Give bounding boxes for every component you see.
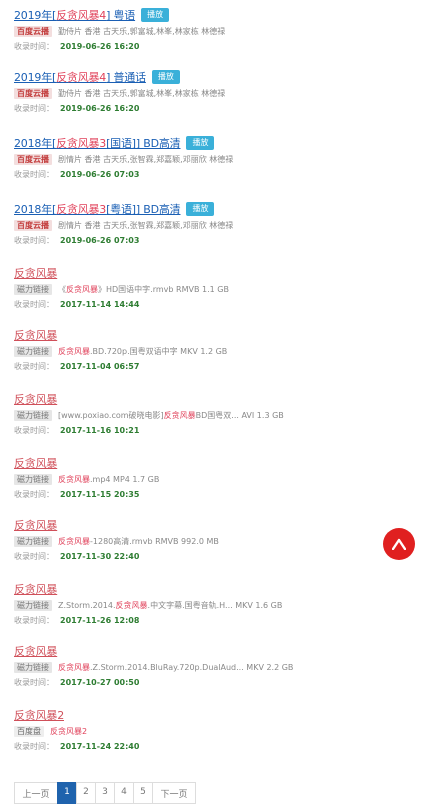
page-5-button[interactable]: 5 <box>133 782 153 804</box>
result-description: 《反贪风暴》HD国语中字.rmvb RMVB 1.1 GB <box>58 285 229 294</box>
result-title-link[interactable]: 2019年[反贪风暴4] 粤语 <box>14 7 135 23</box>
collected-date: 2017-11-15 20:35 <box>60 490 140 499</box>
result-title-link[interactable]: 反贪风暴 <box>14 455 57 471</box>
list-item: 反贪风暴 磁力链接 Z.Storm.2014.反贪风暴.中文字幕.国粤音轨.H..… <box>14 580 414 628</box>
collected-date: 2017-11-26 12:08 <box>60 616 140 625</box>
collected-date: 2017-11-04 06:57 <box>60 362 140 371</box>
result-description: 反贪风暴-1280高清.rmvb RMVB 992.0 MB <box>58 537 219 546</box>
list-item: 2018年[反贪风暴3[粤语]] BD高清 播放 百度云播 剧情片 香港 古天乐,… <box>14 200 414 248</box>
time-label: 收录时间： <box>14 490 54 499</box>
result-description: Z.Storm.2014.反贪风暴.中文字幕.国粤音轨.H... MKV 1.6… <box>58 601 283 610</box>
collected-date: 2019-06-26 07:03 <box>60 236 140 245</box>
source-badge: 百度云播 <box>14 220 52 231</box>
page-3-button[interactable]: 3 <box>95 782 115 804</box>
play-button[interactable]: 播放 <box>186 202 215 216</box>
result-description: 勤侍片 香港 古天乐,郭富城,林峯,林家栋 林德禄 <box>58 89 226 98</box>
page-2-button[interactable]: 2 <box>76 782 96 804</box>
magnet-badge: 磁力链接 <box>14 284 52 295</box>
result-title-link[interactable]: 反贪风暴 <box>14 265 57 281</box>
play-button[interactable]: 播放 <box>186 136 215 150</box>
list-item: 2019年[反贪风暴4] 粤语 播放 百度云播 勤侍片 香港 古天乐,郭富城,林峯… <box>14 6 414 54</box>
collected-date: 2017-10-27 00:50 <box>60 678 140 687</box>
magnet-badge: 磁力链接 <box>14 600 52 611</box>
collected-date: 2017-11-24 22:40 <box>60 742 140 751</box>
time-label: 收录时间： <box>14 104 54 113</box>
pagination: 上一页 1 2 3 4 5 下一页 <box>14 782 196 804</box>
time-label: 收录时间： <box>14 426 54 435</box>
result-title-link[interactable]: 反贪风暴 <box>14 517 57 533</box>
collected-date: 2017-11-16 10:21 <box>60 426 140 435</box>
result-description: 剧情片 香港 古天乐,张智霖,郑嘉颖,邓丽欣 林德禄 <box>58 155 234 164</box>
list-item: 2019年[反贪风暴4] 普通话 播放 百度云播 勤侍片 香港 古天乐,郭富城,林… <box>14 68 414 116</box>
page-4-button[interactable]: 4 <box>114 782 134 804</box>
baidu-pan-badge: 百度盘 <box>14 726 44 737</box>
magnet-badge: 磁力链接 <box>14 474 52 485</box>
collected-date: 2019-06-26 07:03 <box>60 170 140 179</box>
back-to-top-button[interactable] <box>383 528 415 560</box>
result-title-link[interactable]: 反贪风暴 <box>14 327 57 343</box>
play-button[interactable]: 播放 <box>141 8 170 22</box>
result-title-link[interactable]: 反贪风暴 <box>14 391 57 407</box>
time-label: 收录时间： <box>14 170 54 179</box>
source-badge: 百度云播 <box>14 26 52 37</box>
result-title-link[interactable]: 2018年[反贪风暴3[国语]] BD高清 <box>14 135 181 151</box>
result-title-link[interactable]: 反贪风暴2 <box>14 707 64 723</box>
result-description: 勤侍片 香港 古天乐,郭富城,林峯,林家栋 林德禄 <box>58 27 226 36</box>
result-description: 反贪风暴.BD.720p.国粤双语中字 MKV 1.2 GB <box>58 347 228 356</box>
list-item: 反贪风暴 磁力链接 反贪风暴.Z.Storm.2014.BluRay.720p.D… <box>14 642 414 690</box>
page-1-button[interactable]: 1 <box>57 782 77 804</box>
result-description: 剧情片 香港 古天乐,张智霖,郑嘉颖,邓丽欣 林德禄 <box>58 221 234 230</box>
play-button[interactable]: 播放 <box>151 70 180 84</box>
list-item: 反贪风暴 磁力链接 反贪风暴.mp4 MP4 1.7 GB 收录时间： 2017-1… <box>14 454 414 502</box>
collected-date: 2019-06-26 16:20 <box>60 104 140 113</box>
magnet-badge: 磁力链接 <box>14 410 52 421</box>
result-description: 反贪风暴2 <box>50 727 88 736</box>
result-title-link[interactable]: 反贪风暴 <box>14 581 57 597</box>
source-badge: 百度云播 <box>14 154 52 165</box>
result-description: 反贪风暴.mp4 MP4 1.7 GB <box>58 475 160 484</box>
collected-date: 2017-11-30 22:40 <box>60 552 140 561</box>
result-title-link[interactable]: 反贪风暴 <box>14 643 57 659</box>
result-description: 反贪风暴.Z.Storm.2014.BluRay.720p.DualAud...… <box>58 663 294 672</box>
list-item: 2018年[反贪风暴3[国语]] BD高清 播放 百度云播 剧情片 香港 古天乐,… <box>14 134 414 182</box>
time-label: 收录时间： <box>14 678 54 687</box>
magnet-badge: 磁力链接 <box>14 346 52 357</box>
time-label: 收录时间： <box>14 616 54 625</box>
time-label: 收录时间： <box>14 742 54 751</box>
source-badge: 百度云播 <box>14 88 52 99</box>
time-label: 收录时间： <box>14 300 54 309</box>
list-item: 反贪风暴 磁力链接 [www.poxiao.com破晓电影]反贪风暴BD国粤双..… <box>14 390 414 438</box>
list-item: 反贪风暴2 百度盘 反贪风暴2 收录时间： 2017-11-24 22:40 <box>14 706 414 754</box>
result-title-link[interactable]: 2018年[反贪风暴3[粤语]] BD高清 <box>14 201 181 217</box>
magnet-badge: 磁力链接 <box>14 662 52 673</box>
time-label: 收录时间： <box>14 552 54 561</box>
result-description: [www.poxiao.com破晓电影]反贪风暴BD国粤双... AVI 1.3… <box>58 411 284 420</box>
collected-date: 2019-06-26 16:20 <box>60 42 140 51</box>
list-item: 反贪风暴 磁力链接 反贪风暴.BD.720p.国粤双语中字 MKV 1.2 GB … <box>14 326 414 374</box>
chevron-up-icon <box>392 538 406 550</box>
time-label: 收录时间： <box>14 236 54 245</box>
next-page-button[interactable]: 下一页 <box>152 782 196 804</box>
time-label: 收录时间： <box>14 362 54 371</box>
prev-page-button[interactable]: 上一页 <box>14 782 58 804</box>
collected-date: 2017-11-14 14:44 <box>60 300 140 309</box>
list-item: 反贪风暴 磁力链接 反贪风暴-1280高清.rmvb RMVB 992.0 MB … <box>14 516 414 564</box>
list-item: 反贪风暴 磁力链接 《反贪风暴》HD国语中字.rmvb RMVB 1.1 GB 收… <box>14 264 414 312</box>
result-title-link[interactable]: 2019年[反贪风暴4] 普通话 <box>14 69 146 85</box>
time-label: 收录时间： <box>14 42 54 51</box>
magnet-badge: 磁力链接 <box>14 536 52 547</box>
